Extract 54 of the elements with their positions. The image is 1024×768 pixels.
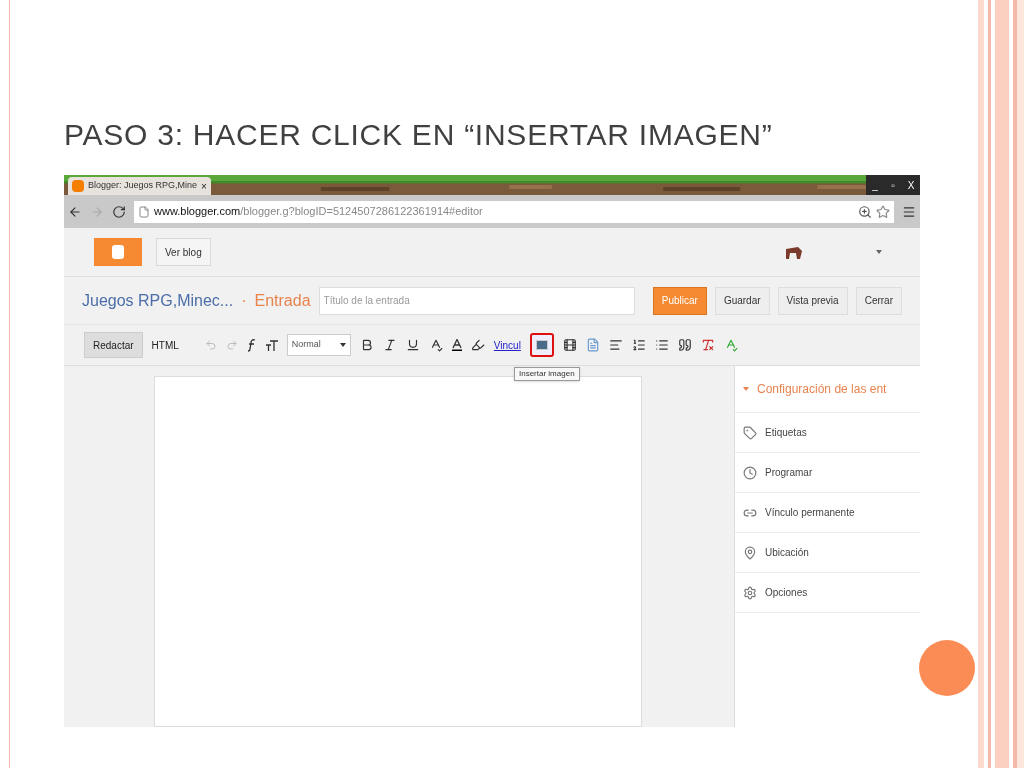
slide-title: PASO 3: HACER CLICK EN “INSERTAR IMAGEN” (64, 117, 773, 153)
section-name: Entrada (254, 290, 311, 311)
url-text: www.blogger.com/blogger.g?blogID=5124507286122361914#editor (154, 204, 483, 220)
blog-name[interactable]: Juegos RPG,Minec... (82, 288, 234, 313)
blogger-icon (72, 180, 84, 192)
menu-icon[interactable] (902, 204, 916, 219)
quote-icon[interactable] (677, 338, 692, 352)
insert-image-button[interactable] (529, 333, 554, 357)
video-icon[interactable] (562, 338, 577, 352)
window-control[interactable]: X (902, 175, 920, 195)
numbered-list-icon[interactable] (631, 338, 646, 352)
back-icon[interactable] (68, 204, 82, 219)
page-break-icon[interactable] (585, 338, 600, 352)
settings-item[interactable]: Etiquetas (735, 413, 920, 453)
settings-item[interactable]: Vínculo permanente (735, 493, 920, 533)
italic-icon[interactable] (382, 338, 397, 352)
separator: · (241, 290, 247, 311)
tooltip: Insertar imagen (514, 367, 580, 381)
bullet-list-icon[interactable] (654, 338, 669, 352)
post-title-field[interactable]: Título de la entrada (318, 286, 635, 315)
clear-format-icon[interactable] (700, 338, 715, 352)
post-action-button[interactable]: Cerrar (855, 286, 902, 315)
browser-tab[interactable]: Blogger: Juegos RPG,Mine × (68, 177, 211, 195)
settings-item[interactable]: Opciones (735, 573, 920, 613)
tab-title: Blogger: Juegos RPG,Mine (88, 179, 198, 193)
address-bar[interactable]: www.blogger.com/blogger.g?blogID=5124507286122361914#editor (134, 200, 894, 223)
settings-item[interactable]: Programar (735, 453, 920, 493)
format-select[interactable]: Normal (286, 334, 351, 356)
text-color-icon[interactable] (451, 339, 462, 351)
tab-close-button[interactable]: × (201, 178, 207, 194)
align-icon[interactable] (608, 338, 623, 352)
window-control[interactable]: _ (866, 175, 884, 195)
pin-icon (743, 545, 757, 560)
font-icon[interactable] (246, 338, 257, 352)
account-caret-icon[interactable] (876, 250, 882, 254)
post-action-button[interactable]: Guardar (714, 286, 770, 315)
post-action-button[interactable]: Vista previa (777, 286, 848, 315)
view-blog-button[interactable]: Ver blog (156, 238, 211, 266)
editor-mode-tab[interactable]: Redactar (84, 332, 143, 358)
zoom-icon[interactable] (858, 204, 872, 219)
reload-icon[interactable] (112, 204, 126, 219)
tag-icon (743, 425, 757, 440)
settings-item[interactable]: Ubicación (735, 533, 920, 573)
highlighter-icon[interactable] (470, 338, 485, 352)
star-icon[interactable] (876, 204, 890, 219)
page-icon (138, 205, 150, 218)
text-size-icon[interactable] (265, 339, 278, 351)
clock-icon (743, 465, 757, 480)
dropdown-caret-icon (339, 343, 346, 347)
expand-caret-icon (743, 386, 749, 392)
settings-icon (743, 585, 757, 600)
underline-icon[interactable] (405, 338, 420, 352)
link-button[interactable]: Vincul (493, 337, 521, 353)
window-control[interactable]: ▫ (884, 175, 902, 195)
